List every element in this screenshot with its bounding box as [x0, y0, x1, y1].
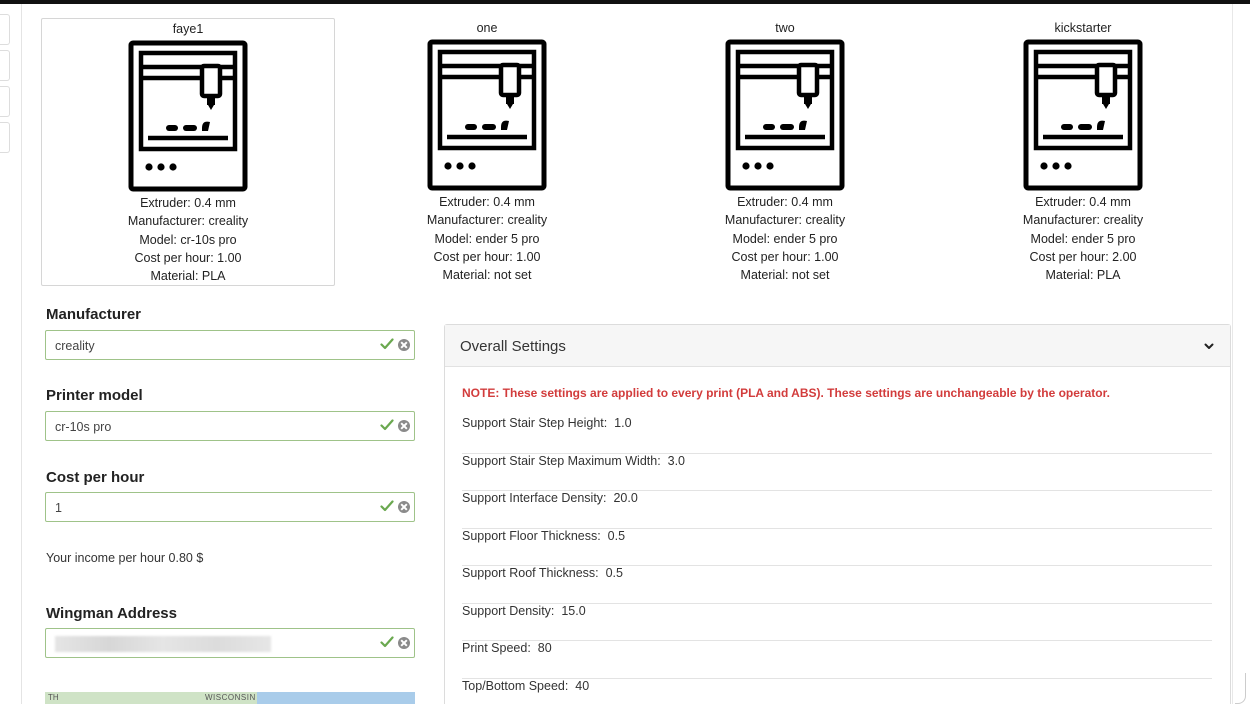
setting-row: Support Stair Step Maximum Width: 3.0: [462, 453, 1212, 491]
cost-per-hour-field[interactable]: [45, 492, 415, 522]
printer-model: Model: ender 5 pro: [1030, 231, 1136, 246]
setting-row: Top/Bottom Speed: 40: [462, 679, 1212, 704]
manufacturer-input[interactable]: [55, 338, 355, 354]
printer-model: Model: cr-10s pro: [139, 232, 237, 247]
overall-settings-header[interactable]: Overall Settings: [445, 325, 1230, 367]
printer-cost: Cost per hour: 1.00: [731, 249, 839, 264]
printer-manufacturer: Manufacturer: creality: [724, 213, 846, 228]
setting-row: Support Interface Density: 20.0: [462, 491, 1212, 529]
window-edge: [1232, 4, 1250, 704]
redacted-address: [55, 636, 271, 652]
printer-extruder: Extruder: 0.4 mm: [140, 196, 236, 210]
clear-icon[interactable]: [398, 501, 410, 513]
sidebar-tab[interactable]: [0, 122, 10, 153]
income-per-hour-text: Your income per hour 0.80 $: [46, 551, 204, 565]
printer-model-input[interactable]: [55, 419, 355, 435]
printer-name: two: [775, 21, 795, 35]
printer-material: Material: PLA: [150, 269, 226, 284]
manufacturer-field[interactable]: [45, 330, 415, 360]
clear-icon[interactable]: [398, 637, 410, 649]
printer-extruder: Extruder: 0.4 mm: [1035, 195, 1131, 209]
printer-manufacturer: Manufacturer: creality: [1022, 213, 1144, 228]
setting-text: Top/Bottom Speed: 40: [462, 678, 590, 693]
address-map[interactable]: TH WISCONSIN: [45, 692, 415, 704]
printer-material: Material: PLA: [1045, 268, 1121, 283]
printer-name: faye1: [172, 22, 204, 36]
printer-name: kickstarter: [1054, 21, 1112, 35]
printer-model: Model: ender 5 pro: [434, 231, 540, 246]
sidebar-tab[interactable]: [0, 86, 10, 117]
clear-icon[interactable]: [398, 420, 410, 432]
top-bar: [0, 0, 1250, 4]
3d-printer-icon: [42, 40, 334, 192]
printer-model-label: Printer model: [46, 387, 143, 404]
setting-row: Support Floor Thickness: 0.5: [462, 528, 1212, 566]
printer-card[interactable]: faye1 Extruder: 0.4 mm Manufacturer: crea…: [41, 18, 335, 286]
sidebar-tab[interactable]: [0, 50, 10, 81]
setting-text: Support Density: 15.0: [462, 603, 586, 618]
setting-text: Support Roof Thickness: 0.5: [462, 566, 623, 580]
cost-per-hour-input[interactable]: [55, 500, 355, 516]
setting-text: Support Stair Step Maximum Width: 3.0: [462, 453, 686, 468]
setting-text: Print Speed: 80: [462, 641, 552, 655]
setting-row: Support Roof Thickness: 0.5: [462, 566, 1212, 604]
printer-extruder: Extruder: 0.4 mm: [439, 195, 535, 209]
printer-card[interactable]: kickstarter Extruder: 0.4 mm Manufacturer…: [936, 18, 1230, 286]
setting-row: Support Density: 15.0: [462, 603, 1212, 641]
left-sidebar-strip: [0, 4, 22, 704]
wingman-address-field[interactable]: [45, 628, 415, 658]
printer-name: one: [476, 21, 498, 35]
clear-icon[interactable]: [398, 339, 410, 351]
setting-text: Support Floor Thickness: 0.5: [462, 528, 626, 543]
printer-manufacturer: Manufacturer: creality: [426, 213, 548, 228]
overall-settings-panel: Overall Settings NOTE: These settings ar…: [444, 324, 1231, 704]
printer-card[interactable]: two Extruder: 0.4 mm Manufacturer: creali…: [638, 18, 932, 286]
3d-printer-icon: [340, 39, 634, 191]
sidebar-tab[interactable]: [0, 14, 10, 45]
setting-text: Support Stair Step Height: 1.0: [462, 416, 632, 430]
map-water: [257, 692, 415, 704]
printer-cost: Cost per hour: 1.00: [433, 249, 541, 264]
panel-title: Overall Settings: [460, 338, 566, 355]
check-icon: [380, 499, 394, 518]
printer-manufacturer: Manufacturer: creality: [127, 214, 249, 229]
printer-cost: Cost per hour: 1.00: [134, 250, 242, 265]
printer-model-field[interactable]: [45, 411, 415, 441]
printer-cost: Cost per hour: 2.00: [1029, 249, 1137, 264]
printer-model: Model: ender 5 pro: [732, 231, 838, 246]
3d-printer-icon: [638, 39, 932, 191]
printer-extruder: Extruder: 0.4 mm: [737, 195, 833, 209]
printer-material: Material: not set: [740, 268, 830, 283]
map-state-label: WISCONSIN: [205, 693, 256, 702]
wingman-address-label: Wingman Address: [46, 605, 177, 622]
check-icon: [380, 635, 394, 654]
printer-card[interactable]: one Extruder: 0.4 mm Manufacturer: creali…: [340, 18, 634, 286]
check-icon: [380, 337, 394, 356]
chevron-down-icon[interactable]: [1203, 339, 1215, 357]
3d-printer-icon: [936, 39, 1230, 191]
check-icon: [380, 418, 394, 437]
map-label: TH: [48, 693, 59, 702]
setting-row: Print Speed: 80: [462, 641, 1212, 679]
setting-row: Support Stair Step Height: 1.0: [462, 416, 1212, 454]
printer-material: Material: not set: [442, 268, 532, 283]
setting-text: Support Interface Density: 20.0: [462, 491, 638, 505]
manufacturer-label: Manufacturer: [46, 306, 142, 323]
settings-note: NOTE: These settings are applied to ever…: [462, 386, 1110, 400]
cost-per-hour-label: Cost per hour: [46, 469, 145, 486]
